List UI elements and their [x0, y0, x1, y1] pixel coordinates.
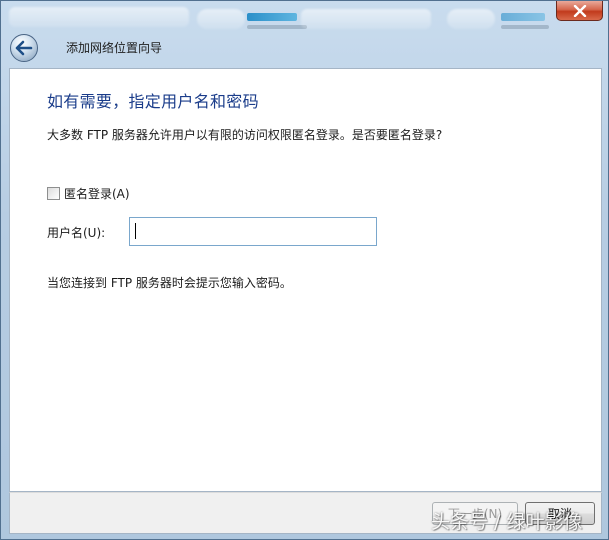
close-icon	[573, 4, 586, 17]
anonymous-login-label: 匿名登录(A)	[64, 187, 130, 201]
close-button[interactable]	[556, 1, 603, 21]
glass-background-shape	[9, 7, 189, 27]
watermark-text: 头条号 / 绿叶影像	[431, 511, 583, 533]
username-label: 用户名(U):	[47, 226, 106, 240]
glass-background-shape	[447, 9, 495, 29]
password-note: 当您连接到 FTP 服务器时会提示您输入密码。	[47, 276, 292, 290]
glass-background-text	[247, 25, 307, 29]
anonymous-login-option[interactable]: 匿名登录(A)	[47, 185, 130, 202]
glass-background-text	[501, 25, 549, 29]
wizard-window: 添加网络位置向导 如有需要，指定用户名和密码 大多数 FTP 服务器允许用户以有…	[0, 0, 609, 540]
back-button[interactable]	[10, 34, 38, 62]
window-title: 添加网络位置向导	[66, 41, 163, 55]
page-description: 大多数 FTP 服务器允许用户以有限的访问权限匿名登录。是否要匿名登录?	[47, 128, 443, 142]
glass-background-bar	[247, 13, 297, 21]
page-heading: 如有需要，指定用户名和密码	[47, 92, 259, 111]
glass-background-bar	[501, 13, 545, 21]
back-arrow-icon	[15, 40, 33, 56]
glass-background-shape	[197, 9, 245, 29]
glass-background-shape	[301, 9, 431, 29]
wizard-content: 如有需要，指定用户名和密码 大多数 FTP 服务器允许用户以有限的访问权限匿名登…	[9, 68, 602, 492]
username-input[interactable]	[129, 217, 377, 246]
anonymous-login-checkbox[interactable]	[47, 187, 60, 200]
text-caret	[135, 223, 136, 239]
